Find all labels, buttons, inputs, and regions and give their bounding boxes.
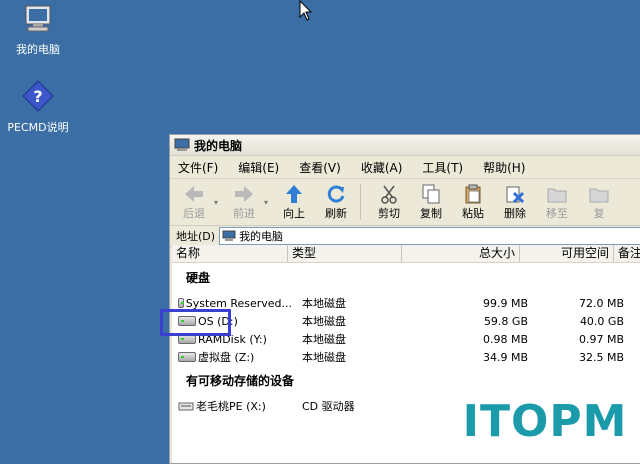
forward-button[interactable]: 前进 bbox=[226, 183, 262, 221]
address-input[interactable]: 我的电脑 bbox=[219, 227, 640, 245]
desktop-icon-my-computer[interactable]: 我的电脑 bbox=[6, 4, 70, 57]
drive-type: 本地磁盘 bbox=[302, 333, 346, 346]
cd-drive-icon bbox=[178, 402, 194, 411]
scissors-icon bbox=[381, 185, 397, 204]
computer-icon bbox=[174, 138, 190, 151]
drive-name: 老毛桃PE (X:) bbox=[196, 400, 266, 413]
drive-total: 0.98 MB bbox=[482, 332, 528, 346]
column-free-space[interactable]: 可用空间 bbox=[520, 245, 614, 262]
column-header-row: 名称 类型 总大小 可用空间 备注 bbox=[172, 245, 640, 263]
folder-copy-icon bbox=[589, 188, 609, 203]
drive-total: 59.8 GB bbox=[483, 314, 528, 328]
arrow-up-icon bbox=[286, 185, 303, 203]
watermark: ITOPM bbox=[450, 386, 640, 457]
delete-label: 删除 bbox=[504, 207, 527, 220]
menu-tools[interactable]: 工具(T) bbox=[422, 159, 463, 176]
drive-total: 34.9 MB bbox=[482, 350, 528, 364]
cut-label: 剪切 bbox=[378, 207, 401, 220]
svg-text:?: ? bbox=[33, 87, 42, 106]
mouse-cursor-icon bbox=[299, 0, 313, 21]
toolbar: 后退 ▾ 前进 ▾ 向上 刷新 剪切 复制 粘贴 删除 移至 复 bbox=[170, 179, 640, 226]
drive-type: CD 驱动器 bbox=[302, 400, 355, 413]
menu-view[interactable]: 查看(V) bbox=[299, 159, 341, 176]
toolbar-separator bbox=[360, 184, 362, 220]
drive-row[interactable]: System Reserved... 本地磁盘 99.9 MB 72.0 MB bbox=[172, 294, 640, 312]
column-total-size[interactable]: 总大小 bbox=[402, 245, 520, 262]
paste-label: 粘贴 bbox=[462, 207, 485, 220]
folder-move-icon bbox=[547, 188, 567, 203]
menu-help[interactable]: 帮助(H) bbox=[483, 159, 525, 176]
menu-bar: 文件(F) 编辑(E) 查看(V) 收藏(A) 工具(T) 帮助(H) bbox=[170, 156, 640, 179]
copy-to-button[interactable]: 复 bbox=[581, 183, 617, 221]
forward-dropdown-icon[interactable]: ▾ bbox=[264, 198, 268, 207]
annotation-highlight-box bbox=[160, 309, 231, 336]
delete-icon bbox=[506, 186, 525, 204]
address-value: 我的电脑 bbox=[239, 230, 284, 243]
refresh-label: 刷新 bbox=[325, 207, 348, 220]
computer-icon bbox=[222, 230, 236, 241]
copy-to-label: 复 bbox=[593, 207, 605, 220]
up-label: 向上 bbox=[283, 207, 306, 220]
paste-button[interactable]: 粘贴 bbox=[455, 183, 491, 221]
delete-button[interactable]: 删除 bbox=[497, 183, 533, 221]
menu-favorites[interactable]: 收藏(A) bbox=[361, 159, 403, 176]
refresh-button[interactable]: 刷新 bbox=[318, 183, 354, 221]
column-type[interactable]: 类型 bbox=[288, 245, 402, 262]
copy-icon bbox=[422, 184, 440, 204]
drive-free: 40.0 GB bbox=[579, 314, 624, 328]
drive-free: 32.5 MB bbox=[578, 350, 624, 364]
move-to-label: 移至 bbox=[546, 207, 569, 220]
drive-row[interactable]: RAMDisk (Y:) 本地磁盘 0.98 MB 0.97 MB bbox=[172, 330, 640, 348]
copy-button[interactable]: 复制 bbox=[413, 183, 449, 221]
column-comments[interactable]: 备注 bbox=[614, 245, 640, 262]
drive-free: 72.0 MB bbox=[578, 296, 624, 310]
drive-type: 本地磁盘 bbox=[302, 315, 346, 328]
address-label: 地址(D) bbox=[176, 230, 216, 243]
forward-label: 前进 bbox=[233, 207, 256, 220]
back-label: 后退 bbox=[183, 207, 205, 220]
clipboard-icon bbox=[465, 184, 481, 204]
hard-drive-icon bbox=[178, 352, 196, 362]
copy-label: 复制 bbox=[420, 207, 443, 220]
up-button[interactable]: 向上 bbox=[276, 183, 312, 221]
back-dropdown-icon[interactable]: ▾ bbox=[214, 198, 218, 207]
desktop-icon-label: PECMD说明 bbox=[7, 121, 69, 134]
desktop-icon-label: 我的电脑 bbox=[16, 43, 60, 56]
watermark-text: ITOPM bbox=[462, 396, 628, 447]
arrow-left-icon bbox=[185, 186, 203, 202]
menu-edit[interactable]: 编辑(E) bbox=[238, 159, 279, 176]
drive-row[interactable]: OS (D:) 本地磁盘 59.8 GB 40.0 GB bbox=[172, 312, 640, 330]
title-bar[interactable]: 我的电脑 bbox=[170, 135, 640, 156]
refresh-icon bbox=[327, 185, 345, 203]
computer-icon bbox=[25, 5, 51, 32]
desktop-icon-pecmd-help[interactable]: ? PECMD说明 bbox=[6, 80, 70, 135]
cut-button[interactable]: 剪切 bbox=[371, 183, 407, 221]
drive-name: System Reserved... bbox=[185, 296, 292, 310]
back-button[interactable]: 后退 bbox=[176, 183, 212, 221]
window-title: 我的电脑 bbox=[194, 138, 243, 153]
help-icon: ? bbox=[22, 80, 54, 112]
drive-type: 本地磁盘 bbox=[302, 351, 346, 364]
drive-free: 0.97 MB bbox=[578, 332, 624, 346]
drive-total: 99.9 MB bbox=[482, 296, 528, 310]
menu-file[interactable]: 文件(F) bbox=[178, 159, 218, 176]
drive-row[interactable]: 虚拟盘 (Z:) 本地磁盘 34.9 MB 32.5 MB bbox=[172, 348, 640, 366]
drive-name: 虚拟盘 (Z:) bbox=[198, 351, 255, 364]
hard-drive-icon bbox=[178, 298, 184, 308]
move-to-button[interactable]: 移至 bbox=[539, 183, 575, 221]
drive-type: 本地磁盘 bbox=[302, 297, 346, 310]
column-name[interactable]: 名称 bbox=[172, 245, 288, 262]
address-bar: 地址(D) 我的电脑 bbox=[170, 226, 640, 247]
arrow-right-icon bbox=[235, 186, 254, 202]
group-header-hard-disks: 硬盘 bbox=[186, 271, 211, 285]
